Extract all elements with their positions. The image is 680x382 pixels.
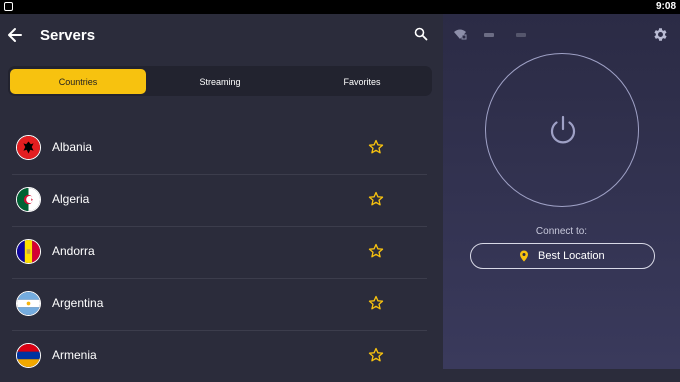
location-selector-button[interactable]: Best Location	[470, 243, 655, 269]
country-list: Albania Algeria Andorra Argentina Armeni…	[12, 123, 427, 382]
location-label: Best Location	[538, 250, 605, 262]
status-time: 9:08	[655, 1, 676, 12]
favorite-star-icon[interactable]	[368, 243, 384, 259]
andorra-flag-icon	[16, 239, 41, 264]
favorite-star-icon[interactable]	[368, 139, 384, 155]
app-notification-icon	[4, 2, 13, 11]
status-bar: 9:08	[0, 0, 680, 14]
server-tabs: Countries Streaming Favorites	[8, 66, 432, 96]
settings-gear-icon[interactable]	[652, 26, 669, 43]
country-row-albania[interactable]: Albania	[12, 123, 427, 175]
country-row-armenia[interactable]: Armenia	[12, 331, 427, 382]
country-row-andorra[interactable]: Andorra	[12, 227, 427, 279]
armenia-flag-icon	[16, 343, 41, 368]
country-name: Armenia	[52, 348, 97, 362]
argentina-flag-icon	[16, 291, 41, 316]
favorite-star-icon[interactable]	[368, 347, 384, 363]
algeria-flag-icon	[16, 187, 41, 212]
status-indicator	[484, 33, 494, 37]
tab-favorites[interactable]: Favorites	[294, 69, 430, 94]
albania-flag-icon	[16, 135, 41, 160]
country-name: Argentina	[52, 296, 104, 310]
status-indicator	[516, 33, 526, 37]
tab-countries[interactable]: Countries	[10, 69, 146, 94]
location-pin-icon	[520, 250, 528, 262]
favorite-star-icon[interactable]	[368, 295, 384, 311]
country-row-argentina[interactable]: Argentina	[12, 279, 427, 331]
country-name: Albania	[52, 140, 93, 154]
favorite-star-icon[interactable]	[368, 191, 384, 207]
country-name: Andorra	[52, 244, 95, 258]
country-row-algeria[interactable]: Algeria	[12, 175, 427, 227]
tab-streaming[interactable]: Streaming	[152, 69, 288, 94]
country-name: Algeria	[52, 192, 90, 206]
connect-to-label: Connect to:	[535, 226, 588, 237]
power-icon	[550, 115, 576, 144]
page-title: Servers	[40, 27, 96, 44]
wifi-protection-icon[interactable]	[453, 28, 467, 40]
search-icon[interactable]	[414, 27, 428, 41]
back-arrow-icon[interactable]	[6, 26, 24, 44]
